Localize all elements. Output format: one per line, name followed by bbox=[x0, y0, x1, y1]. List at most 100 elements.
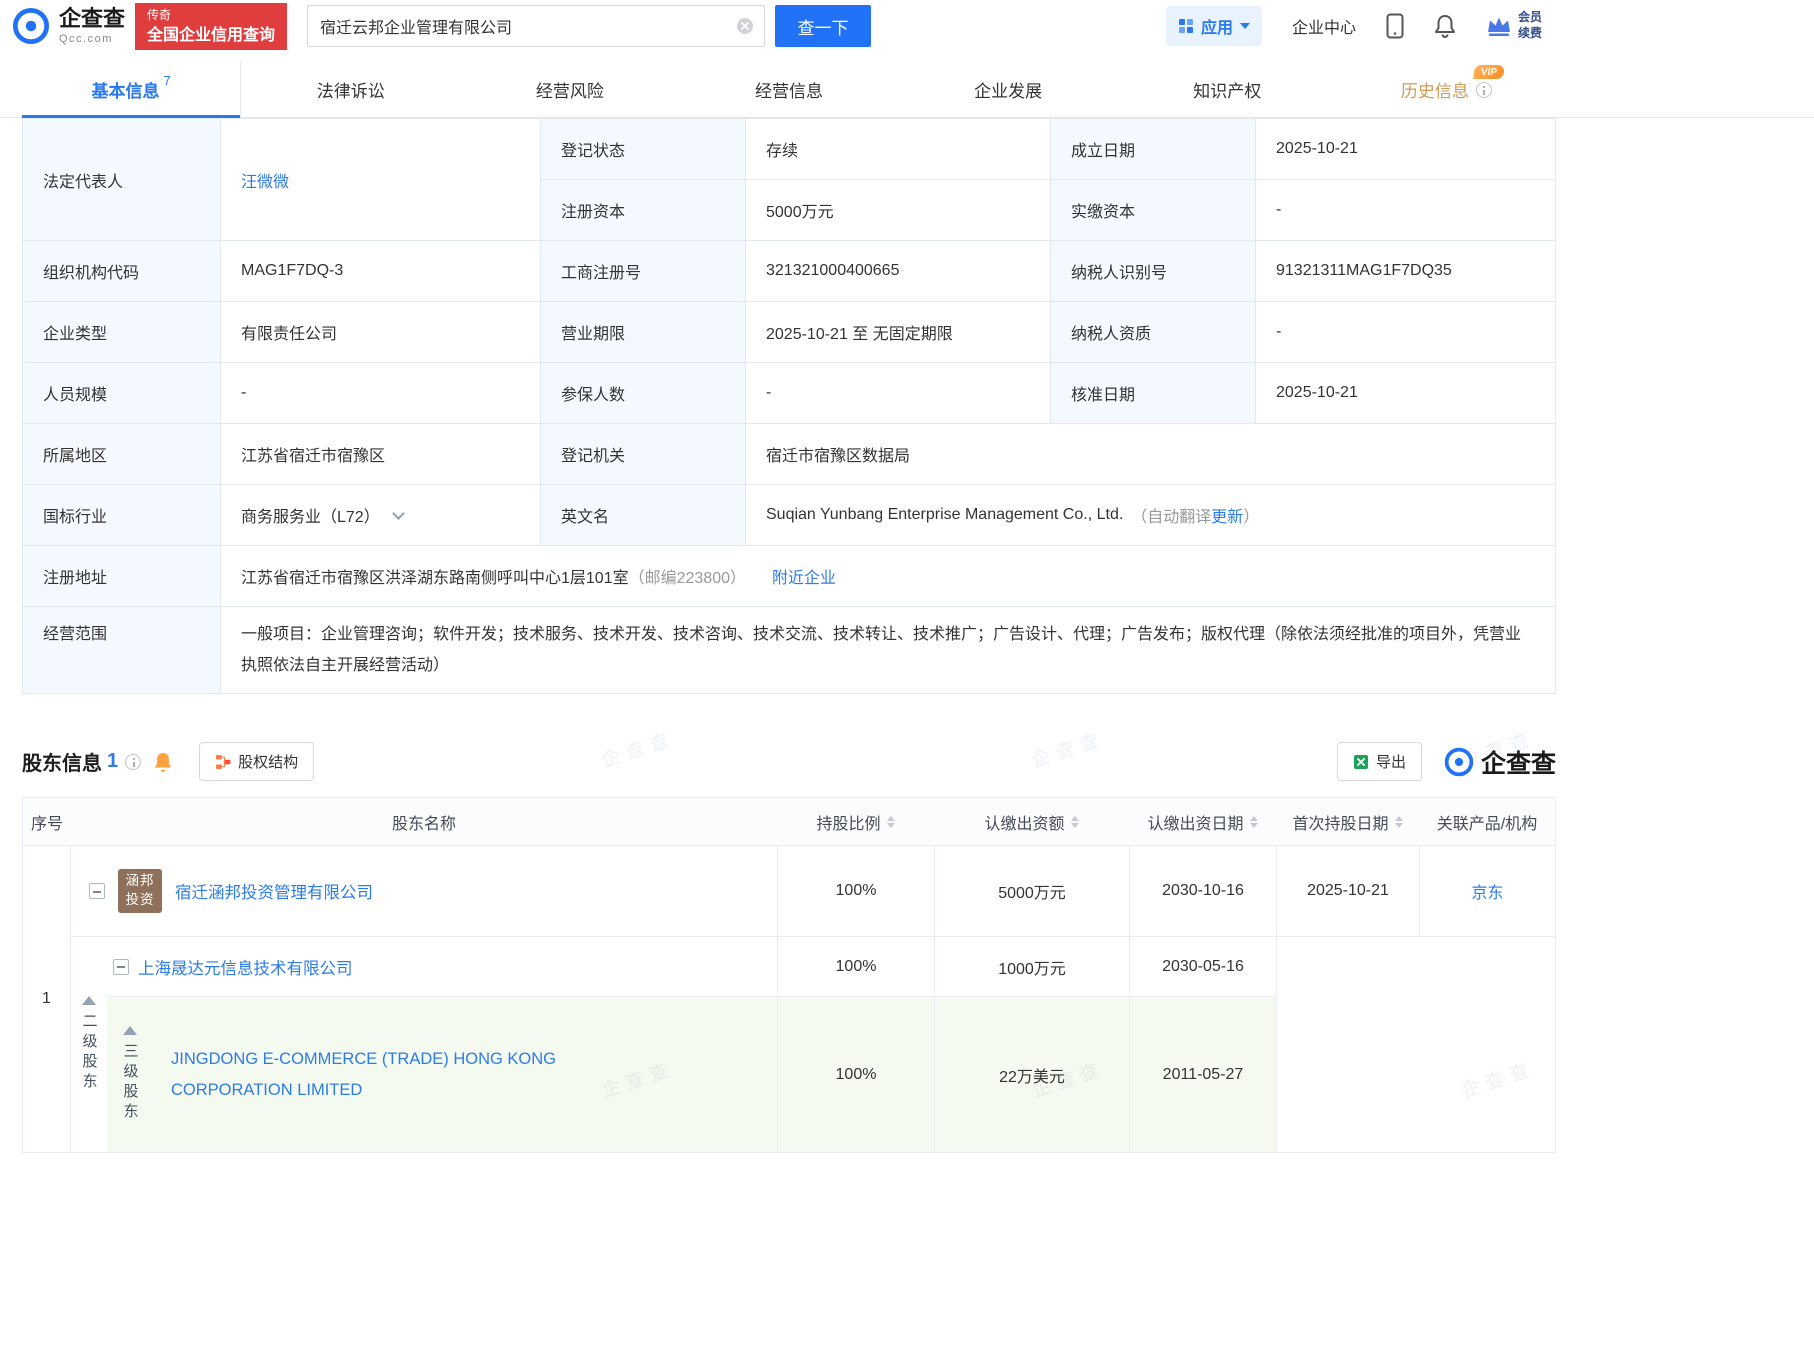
field-value: 91321311MAG1F7DQ35 bbox=[1256, 241, 1556, 302]
collapse-triangle-icon[interactable] bbox=[123, 1026, 137, 1036]
field-label: 工商注册号 bbox=[541, 241, 746, 302]
level2-label: 二级股东 bbox=[80, 1013, 98, 1094]
sort-icon[interactable] bbox=[1394, 815, 1403, 829]
field-value: 存续 bbox=[746, 119, 1051, 180]
tab-label: 历史信息 bbox=[1400, 82, 1469, 101]
field-value: 一般项目：企业管理咨询；软件开发；技术服务、技术开发、技术咨询、技术交流、技术转… bbox=[221, 607, 1556, 695]
field-value: - bbox=[746, 363, 1051, 424]
basic-info-table: 法定代表人 汪微微 登记状态 存续 成立日期 2025-10-21 注册资本 5… bbox=[22, 118, 1556, 695]
table-row-shareholder-l1: 涵邦 投资 宿迁涵邦投资管理有限公司 bbox=[71, 846, 777, 936]
clear-search-icon[interactable] bbox=[736, 17, 754, 35]
info-icon[interactable] bbox=[1475, 81, 1492, 98]
apps-label: 应用 bbox=[1200, 20, 1233, 37]
tab-operation-risk[interactable]: 经营风险 bbox=[460, 62, 679, 117]
tab-intellectual-property[interactable]: 知识产权 bbox=[1118, 62, 1337, 117]
nearby-companies-link[interactable]: 附近企业 bbox=[772, 564, 836, 588]
tab-legal-litigation[interactable]: 法律诉讼 bbox=[241, 62, 460, 117]
tab-label: 经营信息 bbox=[754, 82, 823, 101]
tab-company-development[interactable]: 企业发展 bbox=[899, 62, 1118, 117]
cell-amount-date: 2030-05-16 bbox=[1129, 936, 1276, 997]
field-value: 321321000400665 bbox=[746, 241, 1051, 302]
excel-export-icon bbox=[1353, 754, 1369, 770]
export-label: 导出 bbox=[1375, 754, 1406, 772]
tab-label: 企业发展 bbox=[974, 82, 1043, 101]
table-row-shareholder-l2: 上海晟达元信息技术有限公司 bbox=[107, 936, 777, 996]
translate-update-link[interactable]: 更新 bbox=[1211, 503, 1243, 527]
level3-strip: 三级股东 bbox=[107, 996, 153, 1153]
tab-label: 基本信息 bbox=[91, 82, 160, 101]
field-value: 有限责任公司 bbox=[221, 302, 541, 363]
level3-label: 三级股东 bbox=[121, 1043, 139, 1124]
crown-icon bbox=[1486, 15, 1512, 37]
col-header-index: 序号 bbox=[30, 815, 63, 833]
member-renewal[interactable]: 会员 续费 bbox=[1486, 10, 1542, 41]
field-label: 人员规模 bbox=[23, 363, 221, 424]
shareholders-title: 股东信息 bbox=[22, 753, 102, 776]
related-product-link[interactable]: 京东 bbox=[1471, 879, 1503, 903]
field-value: Suqian Yunbang Enterprise Management Co.… bbox=[746, 485, 1556, 546]
cell-amount: 1000万元 bbox=[934, 936, 1129, 997]
search-input[interactable] bbox=[318, 16, 737, 36]
level2-strip: 二级股东 bbox=[71, 936, 107, 1152]
table-row-shareholder-l3: JINGDONG E-COMMERCE (TRADE) HONG KONG CO… bbox=[153, 996, 777, 1153]
sort-icon[interactable] bbox=[1249, 815, 1258, 829]
field-value: - bbox=[221, 363, 541, 424]
shareholders-table-body: 1 涵邦 投资 宿迁涵邦投资管理有限公司 100% 5000万元 2030-10… bbox=[23, 846, 1555, 1153]
vip-badge: VIP bbox=[1473, 65, 1506, 79]
top-bar: 企查查 Qcc.com 传奇 全国企业信用查询 查一下 应用 企业中心 bbox=[0, 0, 1556, 52]
tab-history-info[interactable]: 历史信息 VIP bbox=[1337, 62, 1556, 117]
collapse-triangle-icon[interactable] bbox=[82, 996, 96, 1006]
avatar-line: 涵邦 bbox=[125, 873, 155, 889]
enterprise-center-link[interactable]: 企业中心 bbox=[1292, 14, 1356, 38]
apps-menu[interactable]: 应用 bbox=[1165, 6, 1262, 46]
field-label: 经营范围 bbox=[23, 607, 221, 695]
cell-ratio: 100% bbox=[777, 996, 934, 1153]
avatar-line: 投资 bbox=[125, 892, 155, 908]
cell-ratio: 100% bbox=[777, 846, 934, 937]
export-button[interactable]: 导出 bbox=[1336, 742, 1422, 782]
tab-operation-info[interactable]: 经营信息 bbox=[679, 62, 898, 117]
collapse-toggle-icon[interactable] bbox=[113, 958, 129, 975]
shareholder-name-link[interactable]: JINGDONG E-COMMERCE (TRADE) HONG KONG CO… bbox=[171, 1044, 681, 1107]
field-label: 国标行业 bbox=[23, 485, 221, 546]
legal-rep-link[interactable]: 汪微微 bbox=[241, 168, 289, 192]
equity-structure-button[interactable]: 股权结构 bbox=[199, 742, 315, 782]
promo-banner[interactable]: 传奇 全国企业信用查询 bbox=[135, 2, 288, 50]
col-header-label: 首次持股日期 bbox=[1292, 815, 1389, 833]
field-label: 所属地区 bbox=[23, 424, 221, 485]
collapse-toggle-icon[interactable] bbox=[89, 883, 105, 900]
member-line2: 续费 bbox=[1517, 26, 1542, 40]
sort-icon[interactable] bbox=[886, 815, 895, 829]
field-label: 成立日期 bbox=[1051, 119, 1256, 180]
logo-name: 企查查 bbox=[59, 5, 126, 31]
cell-amount-date: 2011-05-27 bbox=[1129, 996, 1276, 1153]
col-header-label: 持股比例 bbox=[816, 815, 881, 833]
search-button[interactable]: 查一下 bbox=[775, 5, 872, 47]
info-icon[interactable] bbox=[125, 753, 142, 770]
shareholders-section-header: 股东信息 1 股权结构 导出 企查查 bbox=[22, 742, 1556, 782]
qcc-logo-icon bbox=[1444, 747, 1474, 777]
cell-ratio: 100% bbox=[777, 936, 934, 997]
monitor-bell-icon[interactable] bbox=[153, 751, 173, 773]
field-value: - bbox=[1256, 180, 1556, 241]
mobile-app-icon[interactable] bbox=[1386, 13, 1404, 39]
sort-icon[interactable] bbox=[1070, 815, 1079, 829]
shareholder-name-link[interactable]: 宿迁涵邦投资管理有限公司 bbox=[175, 879, 373, 903]
field-value: - bbox=[1256, 302, 1556, 363]
qcc-logo[interactable]: 企查查 Qcc.com bbox=[12, 7, 125, 45]
chevron-down-icon[interactable] bbox=[391, 506, 405, 520]
member-line1: 会员 bbox=[1517, 10, 1542, 25]
shareholders-count: 1 bbox=[107, 750, 119, 773]
field-value: 江苏省宿迁市宿豫区洪泽湖东路南侧呼叫中心1层101室 （邮编223800） 附近… bbox=[221, 546, 1556, 607]
tab-basic-info[interactable]: 基本信息 7 bbox=[22, 62, 242, 118]
col-header-first-date: 首次持股日期 bbox=[1276, 798, 1419, 845]
field-label: 组织机构代码 bbox=[23, 241, 221, 302]
empty-cell bbox=[1276, 936, 1555, 1153]
field-label: 纳税人识别号 bbox=[1051, 241, 1256, 302]
auto-translate-note: （自动翻译 bbox=[1131, 509, 1212, 526]
field-label: 营业期限 bbox=[541, 302, 746, 363]
industry-dropdown[interactable]: 商务服务业（L72） bbox=[221, 485, 541, 546]
shareholder-name-link[interactable]: 上海晟达元信息技术有限公司 bbox=[138, 955, 353, 979]
field-label: 注册地址 bbox=[23, 546, 221, 607]
notification-bell-icon[interactable] bbox=[1434, 14, 1456, 38]
